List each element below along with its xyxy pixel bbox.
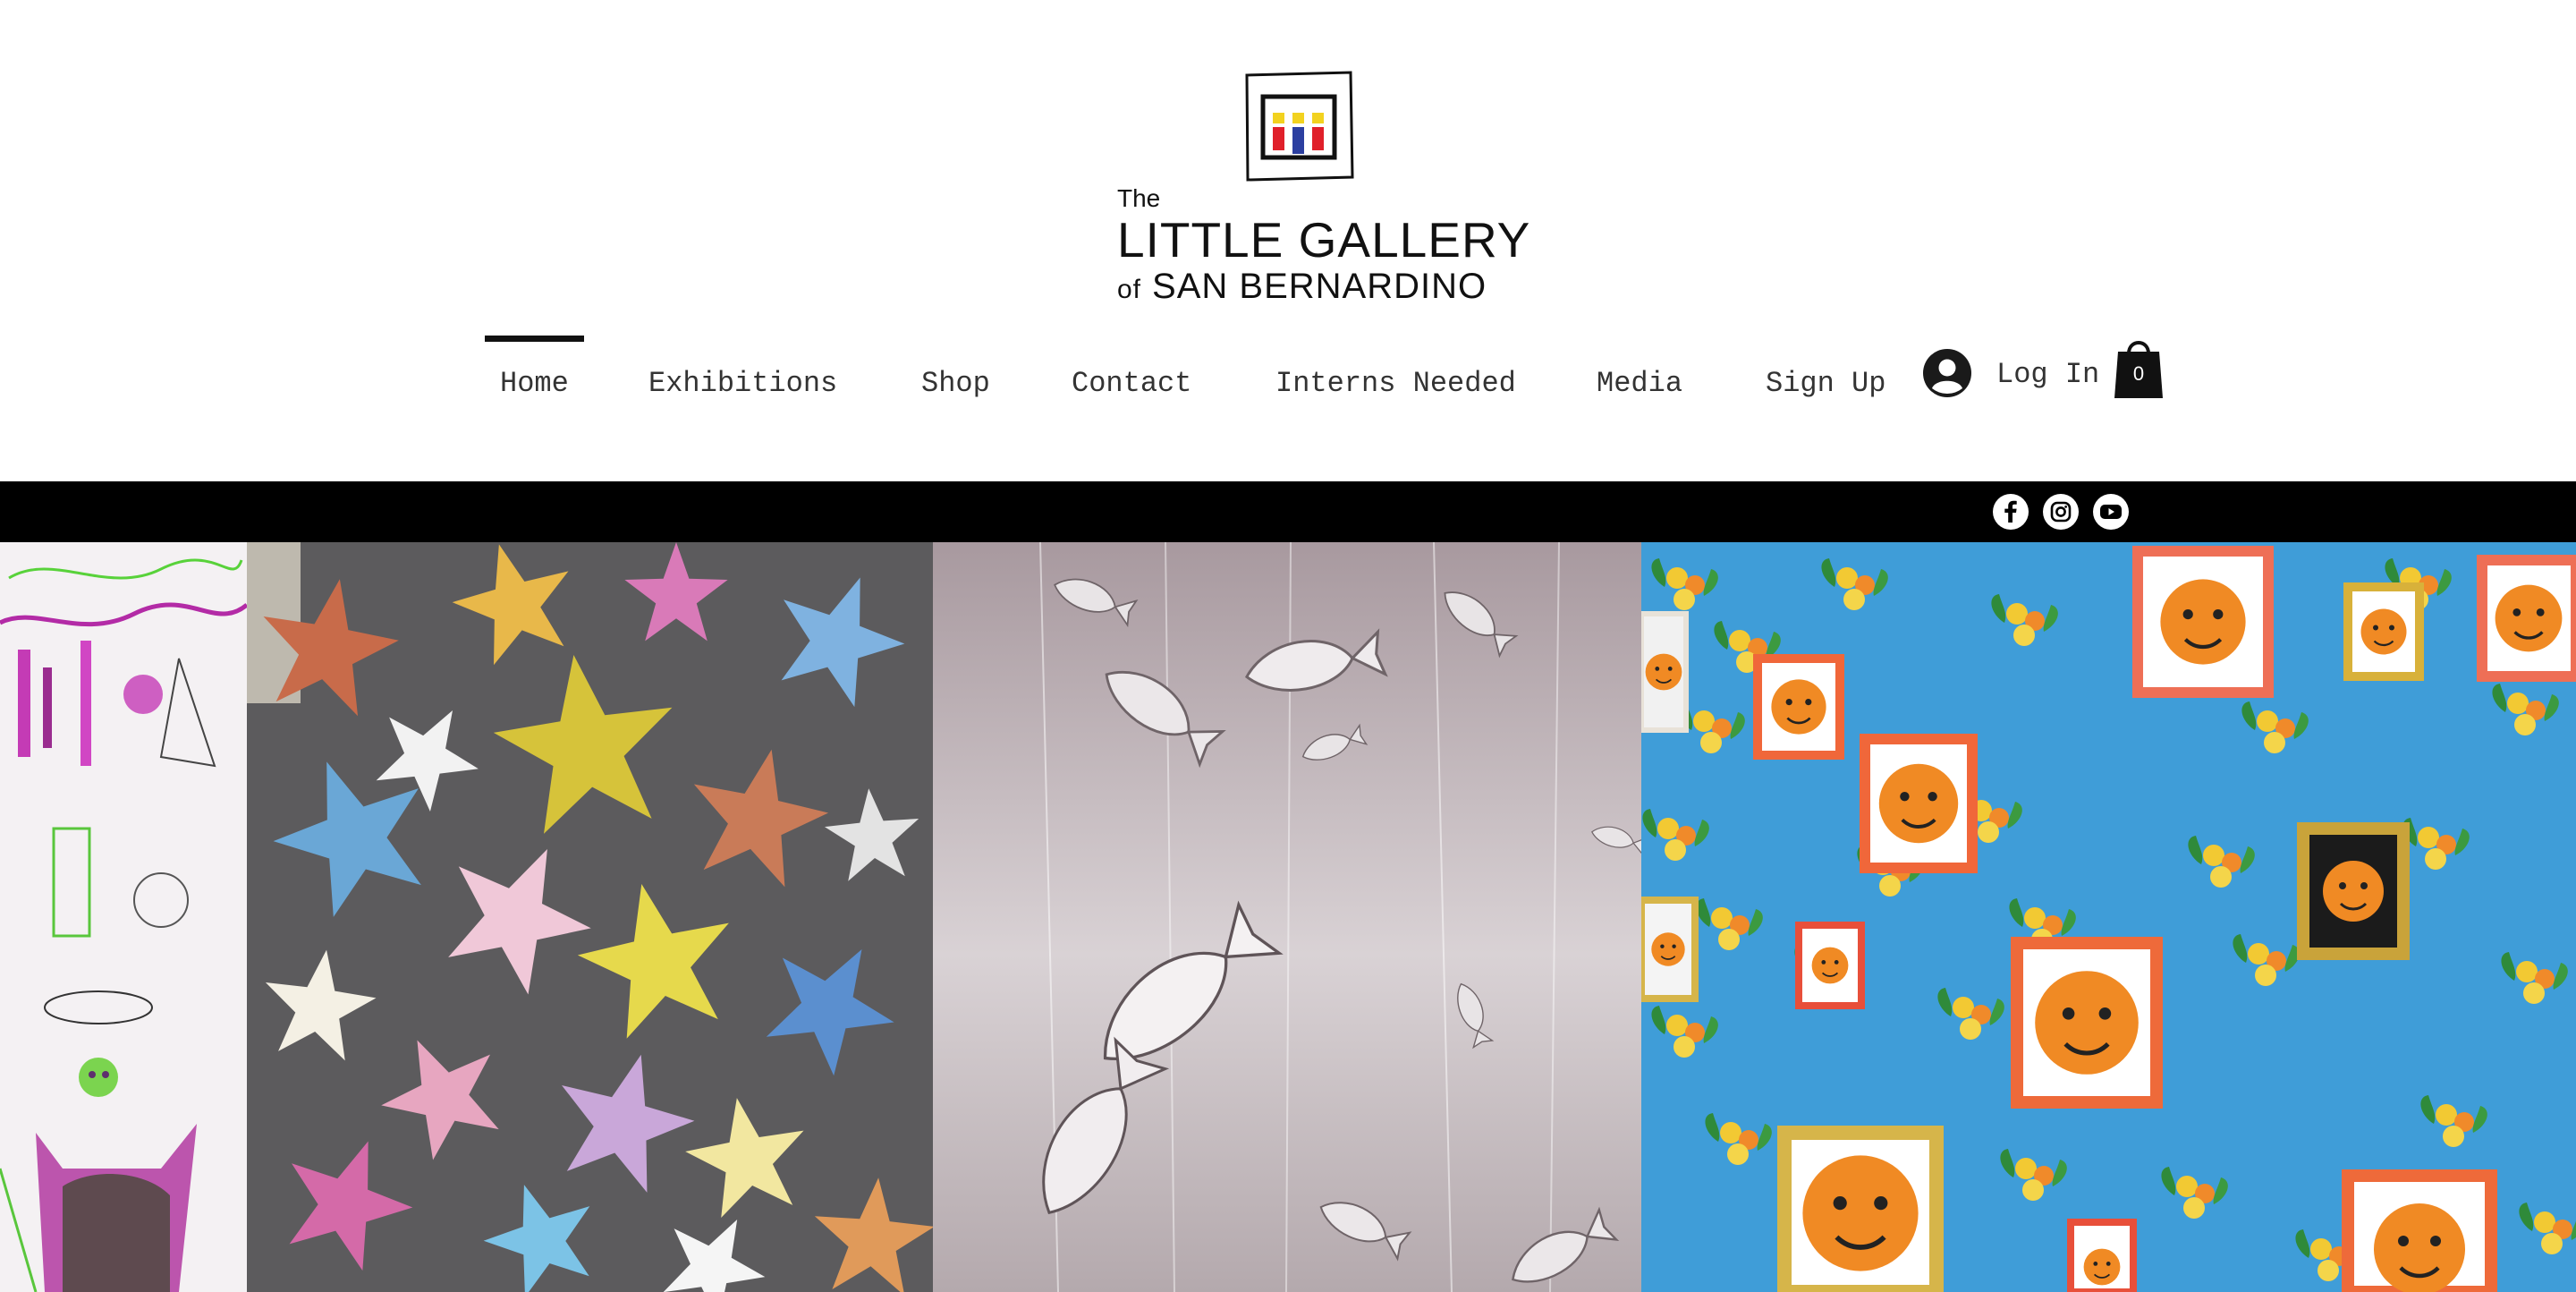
logo-of-text: of (1117, 275, 1142, 304)
nav-item-sign-up[interactable]: Sign Up (1766, 367, 1885, 400)
social-bar (0, 481, 2576, 542)
nav-item-interns-needed[interactable]: Interns Needed (1275, 367, 1516, 400)
logo-the-text: The (1117, 184, 1161, 212)
cart-count: 0 (2132, 362, 2145, 385)
sketch-artwork-image[interactable] (0, 542, 247, 1292)
paper-stars-image[interactable] (247, 542, 933, 1292)
logo-location: SAN BERNARDINO (1152, 267, 1487, 306)
logo-subtitle: of SAN BERNARDINO (1117, 267, 1487, 307)
image-gallery (0, 542, 2576, 1292)
nav-item-home[interactable]: Home (485, 336, 584, 400)
logo-title: LITTLE GALLERY (1117, 212, 1531, 268)
main-navigation: Home Exhibitions Shop Contact Interns Ne… (0, 336, 2576, 412)
nav-item-shop[interactable]: Shop (921, 367, 990, 400)
nav-item-contact[interactable]: Contact (1072, 367, 1191, 400)
youtube-icon[interactable] (2093, 494, 2129, 530)
framed-faces-image[interactable] (1641, 542, 2576, 1292)
gallery-logo-icon[interactable] (1243, 70, 1356, 183)
nav-item-media[interactable]: Media (1597, 367, 1682, 400)
nav-item-exhibitions[interactable]: Exhibitions (648, 367, 837, 400)
cart-button[interactable]: 0 (2113, 336, 2165, 400)
login-label: Log In (1996, 358, 2100, 391)
glass-fish-image[interactable] (933, 542, 1641, 1292)
facebook-icon[interactable] (1993, 494, 2029, 530)
account-avatar-icon (1923, 349, 1971, 397)
instagram-icon[interactable] (2043, 494, 2079, 530)
